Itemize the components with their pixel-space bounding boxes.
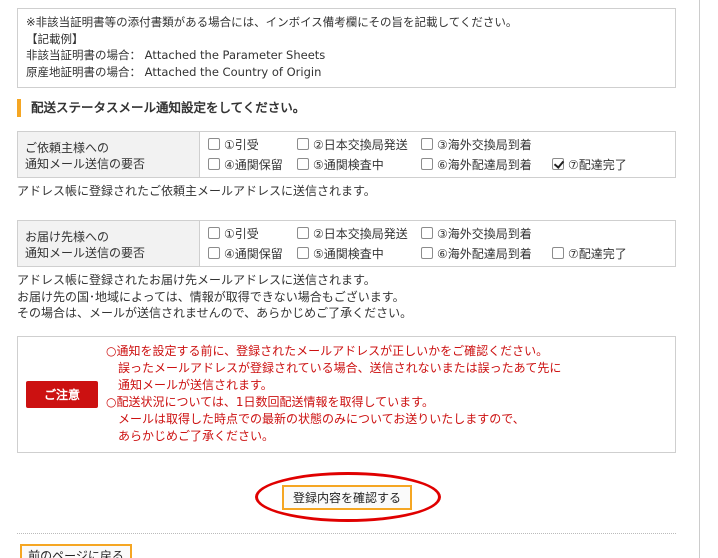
option-label: ③海外交換局到着 <box>437 137 532 152</box>
checkbox[interactable] <box>552 247 564 259</box>
option-label: ②日本交換局発送 <box>313 226 408 241</box>
recipient-option-6[interactable]: ⑥海外配達局到着 <box>421 243 545 263</box>
option-label: ②日本交換局発送 <box>313 137 408 152</box>
recipient-info: アドレス帳に登録されたお届け先メールアドレスに送信されます。 お届け先の国･地域… <box>17 272 412 322</box>
option-label: ⑤通関検査中 <box>313 157 384 172</box>
requester-option-7[interactable]: ⑦配達完了 <box>552 154 660 174</box>
requester-option-4[interactable]: ④通関保留 <box>208 154 290 174</box>
checkbox[interactable] <box>421 158 433 170</box>
recipient-info-line: お届け先の国･地域によっては、情報が取得できない場合もございます。 <box>17 289 405 304</box>
requester-option-6[interactable]: ⑥海外配達局到着 <box>421 154 545 174</box>
caution-line: あらかじめご了承ください。 <box>118 429 275 443</box>
caution-line: 誤ったメールアドレスが登録されている場合、送信されないまたは誤ったあて先に <box>118 361 562 375</box>
requester-label-cell: ご依頼主様への 通知メール送信の要否 <box>18 132 200 177</box>
requester-option-3[interactable]: ③海外交換局到着 <box>421 134 545 154</box>
recipient-option-7[interactable]: ⑦配達完了 <box>552 243 660 263</box>
options-row: ①引受 ②日本交換局発送 ③海外交換局到着 <box>208 223 667 243</box>
recipient-notification-table: お届け先様への 通知メール送信の要否 ①引受 ②日本交換局発送 ③海外交換局到着… <box>17 220 676 267</box>
checkbox[interactable] <box>297 247 309 259</box>
checkbox[interactable] <box>421 247 433 259</box>
caution-text: ○通知を設定する前に、登録されたメールアドレスが正しいかをご確認ください。 誤っ… <box>106 343 561 445</box>
invoice-note-box: ※非該当証明書等の添付書類がある場合には、インボイス備考欄にその旨を記載してくだ… <box>17 8 676 88</box>
recipient-options: ①引受 ②日本交換局発送 ③海外交換局到着 ④通関保留 ⑤通関検査中 ⑥海外配達… <box>200 221 675 266</box>
checkbox[interactable] <box>208 138 220 150</box>
option-label: ⑦配達完了 <box>568 246 627 261</box>
note-line: ※非該当証明書等の添付書類がある場合には、インボイス備考欄にその旨を記載してくだ… <box>26 15 518 29</box>
option-label: ⑤通関検査中 <box>313 246 384 261</box>
caution-line: メールは取得した時点での最新の状態のみについてお送りいたしますので、 <box>118 412 525 426</box>
checkbox[interactable] <box>297 158 309 170</box>
option-label: ⑥海外配達局到着 <box>437 157 532 172</box>
checkbox[interactable] <box>421 138 433 150</box>
recipient-option-5[interactable]: ⑤通関検査中 <box>297 243 414 263</box>
note-line: 非該当証明書の場合： Attached the Parameter Sheets <box>26 48 326 62</box>
caution-line: ○配送状況については、1日数回配送情報を取得しています。 <box>106 395 434 409</box>
option-label: ①引受 <box>224 226 259 241</box>
requester-options: ①引受 ②日本交換局発送 ③海外交換局到着 ④通関保留 ⑤通関検査中 ⑥海外配達… <box>200 132 675 177</box>
recipient-option-3[interactable]: ③海外交換局到着 <box>421 223 545 243</box>
checkbox-checked[interactable] <box>552 158 564 170</box>
recipient-option-4[interactable]: ④通関保留 <box>208 243 290 263</box>
recipient-label-line: 通知メール送信の要否 <box>25 246 146 260</box>
content-frame: ※非該当証明書等の添付書類がある場合には、インボイス備考欄にその旨を記載してくだ… <box>0 0 700 558</box>
checkbox[interactable] <box>208 247 220 259</box>
option-label: ⑦配達完了 <box>568 157 627 172</box>
caution-line: 通知メールが送信されます。 <box>118 378 273 392</box>
caution-box: ご注意 ○通知を設定する前に、登録されたメールアドレスが正しいかをご確認ください… <box>17 336 676 453</box>
caution-line: ○通知を設定する前に、登録されたメールアドレスが正しいかをご確認ください。 <box>106 344 549 358</box>
requester-notification-table: ご依頼主様への 通知メール送信の要否 ①引受 ②日本交換局発送 ③海外交換局到着… <box>17 131 676 178</box>
checkbox[interactable] <box>297 227 309 239</box>
back-button[interactable]: 前のページに戻る <box>20 544 132 558</box>
recipient-info-line: その場合は、メールが送信されませんので、あらかじめご了承ください。 <box>17 306 413 320</box>
section-heading: 配送ステータスメール通知設定をしてください。 <box>17 99 305 117</box>
recipient-label-cell: お届け先様への 通知メール送信の要否 <box>18 221 200 266</box>
note-line: 【記載例】 <box>26 31 84 46</box>
recipient-option-1[interactable]: ①引受 <box>208 223 290 243</box>
requester-option-5[interactable]: ⑤通関検査中 <box>297 154 414 174</box>
checkbox[interactable] <box>421 227 433 239</box>
option-label: ④通関保留 <box>224 157 283 172</box>
options-row: ④通関保留 ⑤通関検査中 ⑥海外配達局到着 ⑦配達完了 <box>208 154 667 174</box>
checkbox[interactable] <box>297 138 309 150</box>
note-line: 原産地証明書の場合： Attached the Country of Origi… <box>26 64 322 79</box>
caution-badge: ご注意 <box>26 381 98 408</box>
recipient-info-line: アドレス帳に登録されたお届け先メールアドレスに送信されます。 <box>17 273 376 287</box>
option-label: ③海外交換局到着 <box>437 226 532 241</box>
requester-info: アドレス帳に登録されたご依頼主メールアドレスに送信されます。 <box>17 184 376 198</box>
recipient-label-line: お届け先様への <box>25 230 110 244</box>
checkbox[interactable] <box>208 227 220 239</box>
recipient-option-2[interactable]: ②日本交換局発送 <box>297 223 414 243</box>
requester-label-line: 通知メール送信の要否 <box>25 157 146 171</box>
requester-label-line: ご依頼主様への <box>25 141 110 155</box>
checkbox[interactable] <box>208 158 220 170</box>
requester-option-2[interactable]: ②日本交換局発送 <box>297 134 414 154</box>
confirm-registration-button[interactable]: 登録内容を確認する <box>282 485 412 510</box>
options-row: ①引受 ②日本交換局発送 ③海外交換局到着 <box>208 134 667 154</box>
requester-option-1[interactable]: ①引受 <box>208 134 290 154</box>
option-label: ④通関保留 <box>224 246 283 261</box>
options-row: ④通関保留 ⑤通関検査中 ⑥海外配達局到着 ⑦配達完了 <box>208 243 667 263</box>
divider <box>17 533 676 534</box>
option-label: ⑥海外配達局到着 <box>437 246 532 261</box>
option-label: ①引受 <box>224 137 259 152</box>
